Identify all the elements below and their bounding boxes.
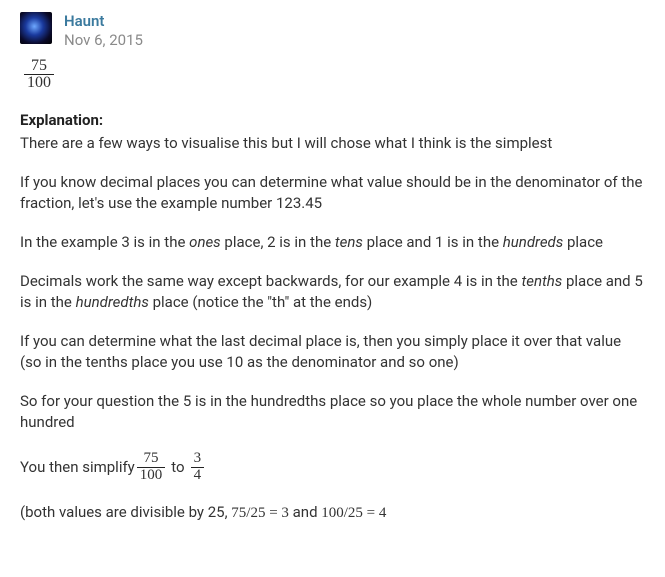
answer-header: Haunt Nov 6, 2015 [20, 12, 645, 50]
paragraph-places-decimal: Decimals work the same way except backwa… [20, 271, 645, 313]
place-hundredths: hundredths [76, 293, 149, 311]
author-block: Haunt Nov 6, 2015 [64, 12, 143, 50]
explanation-label: Explanation: [20, 110, 645, 131]
text-fragment: (both values are divisible by 25, [20, 503, 231, 521]
avatar[interactable] [20, 12, 52, 44]
fraction-numerator: 75 [24, 58, 54, 75]
paragraph-simplify: You then simplify 75 100 to 3 4 [20, 451, 645, 484]
text-fragment: In the example 3 is in the [20, 233, 189, 251]
fraction-75-100: 75 100 [137, 451, 166, 484]
place-hundreds: hundreds [503, 233, 563, 251]
fraction-numerator: 3 [191, 451, 205, 467]
paragraph-method: If you can determine what the last decim… [20, 331, 645, 373]
paragraph-apply: So for your question the 5 is in the hun… [20, 391, 645, 433]
text-fragment: to [167, 457, 188, 478]
answer-date: Nov 6, 2015 [64, 31, 143, 50]
text-fragment: and [289, 503, 321, 521]
place-tens: tens [335, 233, 363, 251]
equation-1: 75/25 = 3 [231, 505, 289, 521]
paragraph-places-integer: In the example 3 is in the ones place, 2… [20, 232, 645, 253]
text-fragment: place [563, 233, 603, 251]
fraction-denominator: 4 [191, 467, 205, 484]
fraction-denominator: 100 [137, 467, 166, 484]
fraction-numerator: 75 [137, 451, 166, 467]
author-name-link[interactable]: Haunt [64, 12, 143, 31]
equation-2: 100/25 = 4 [321, 505, 386, 521]
paragraph-divisible: (both values are divisible by 25, 75/25 … [20, 502, 645, 524]
fraction-3-4: 3 4 [191, 451, 205, 484]
text-fragment: place and 1 is in the [363, 233, 503, 251]
text-fragment: place, 2 is in the [221, 233, 335, 251]
fraction-denominator: 100 [24, 74, 54, 92]
text-fragment: You then simplify [20, 457, 135, 478]
paragraph-decimal-places: If you know decimal places you can deter… [20, 172, 645, 214]
place-ones: ones [189, 233, 221, 251]
text-fragment: Decimals work the same way except backwa… [20, 272, 521, 290]
place-tenths: tenths [521, 272, 562, 290]
paragraph-intro: There are a few ways to visualise this b… [20, 133, 645, 154]
answer-fraction: 75 100 [22, 58, 645, 93]
text-fragment: place (notice the "th" at the ends) [149, 293, 372, 311]
